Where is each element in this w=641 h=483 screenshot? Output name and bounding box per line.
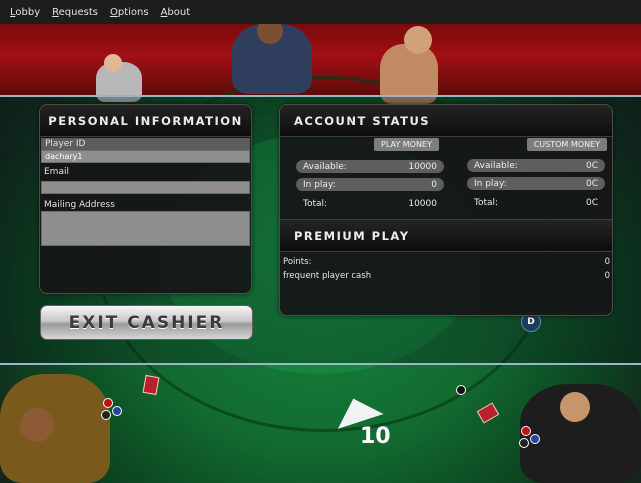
custom-total-row: Total: 0C <box>467 196 605 209</box>
play-available-value: 10000 <box>408 161 437 172</box>
frequent-player-cash-label: frequent player cash <box>283 270 372 281</box>
custom-available-row: Available: 0C <box>467 159 605 172</box>
poker-chip <box>519 438 529 448</box>
frequent-player-cash-value: 0 <box>604 270 610 281</box>
player-avatar <box>0 374 110 483</box>
player-avatar-head <box>20 408 54 442</box>
poker-chip <box>101 410 111 420</box>
points-label: Points: <box>283 256 312 267</box>
premium-play-title: Premium Play <box>280 219 612 252</box>
play-inplay-row: In play: 0 <box>296 178 444 191</box>
tab-play-money[interactable]: PLAY MONEY <box>374 138 439 151</box>
play-total-label: Total: <box>303 198 328 209</box>
menu-bar: Lobby Requests Options About <box>0 0 641 24</box>
custom-inplay-label: In play: <box>474 178 507 189</box>
personal-information-panel: Personal Information Player ID dachary1 … <box>39 104 252 294</box>
menu-options[interactable]: Options <box>110 7 149 18</box>
overlay-bottom-border <box>0 363 641 365</box>
player-id-field[interactable]: dachary1 <box>41 150 250 163</box>
email-label: Email <box>44 167 69 177</box>
playing-card <box>476 402 500 424</box>
custom-total-label: Total: <box>474 197 499 208</box>
email-field[interactable] <box>41 181 250 194</box>
account-status-title: Account Status <box>280 105 612 137</box>
play-available-row: Available: 10000 <box>296 160 444 173</box>
player-avatar-head <box>404 26 432 54</box>
account-status-panel: Account Status PLAY MONEY CUSTOM MONEY A… <box>279 104 613 316</box>
playing-card <box>142 374 160 396</box>
exit-cashier-button[interactable]: Exit Cashier <box>40 305 253 340</box>
menu-lobby[interactable]: Lobby <box>10 7 40 18</box>
play-available-label: Available: <box>303 161 347 172</box>
points-value: 0 <box>604 256 610 267</box>
points-row: Points: 0 <box>283 255 610 268</box>
poker-chip <box>521 426 531 436</box>
custom-inplay-row: In play: 0C <box>467 177 605 190</box>
overlay-top-border <box>0 95 641 97</box>
personal-information-title: Personal Information <box>40 105 251 137</box>
player-avatar-head <box>560 392 590 422</box>
poker-chip <box>103 398 113 408</box>
poker-chip <box>456 385 466 395</box>
custom-total-value: 0C <box>585 197 598 208</box>
player-id-label: Player ID <box>41 138 250 150</box>
money-tabs: PLAY MONEY CUSTOM MONEY <box>280 137 612 153</box>
mailing-address-field[interactable] <box>41 211 250 246</box>
menu-about[interactable]: About <box>161 7 191 18</box>
play-total-value: 10000 <box>408 198 437 209</box>
custom-inplay-value: 0C <box>585 178 598 189</box>
play-total-row: Total: 10000 <box>296 197 444 210</box>
frequent-player-cash-row: frequent player cash 0 <box>283 269 610 282</box>
tab-custom-money[interactable]: CUSTOM MONEY <box>526 138 607 151</box>
play-inplay-label: In play: <box>303 179 336 190</box>
custom-available-value: 0C <box>585 160 598 171</box>
menu-requests[interactable]: Requests <box>52 7 98 18</box>
custom-available-label: Available: <box>474 160 518 171</box>
mailing-address-label: Mailing Address <box>44 200 115 210</box>
player-avatar-head <box>104 54 122 72</box>
poker-chip <box>112 406 122 416</box>
poker-chip <box>530 434 540 444</box>
pot-amount: 10 <box>360 424 391 449</box>
play-inplay-value: 0 <box>431 179 437 190</box>
